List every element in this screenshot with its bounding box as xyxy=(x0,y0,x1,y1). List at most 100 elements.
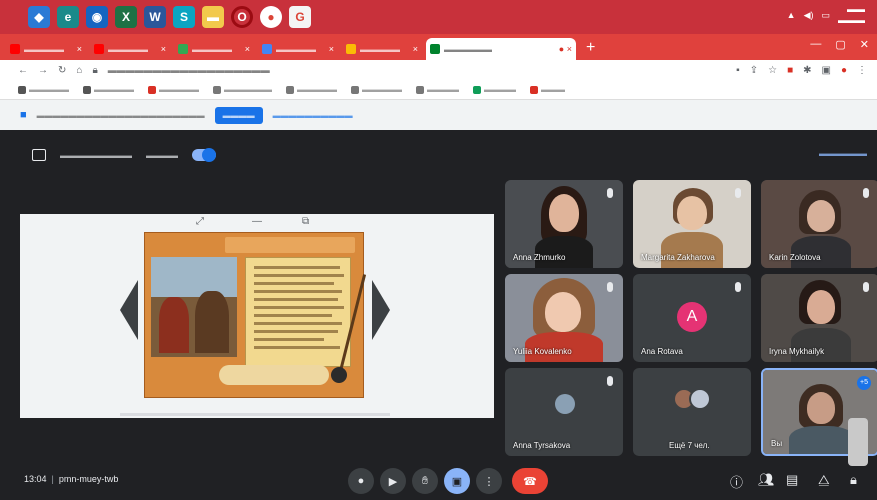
side-panel-handle[interactable] xyxy=(848,418,868,466)
language-indicator[interactable]: ▭ xyxy=(821,10,830,21)
chat-icon[interactable]: ▤ xyxy=(786,472,798,488)
others-tile[interactable]: Ещё 7 чел. xyxy=(633,368,751,456)
participant-name: Karin Zolotova xyxy=(769,253,821,262)
divider: — xyxy=(252,216,262,227)
chevron-up-icon[interactable]: ▲ xyxy=(787,10,796,20)
participant-name: Вы xyxy=(771,439,783,448)
forward-icon[interactable]: → xyxy=(38,65,48,76)
close-icon[interactable]: ✕ xyxy=(860,38,869,51)
previous-slide-arrow[interactable] xyxy=(120,280,138,340)
share-icon[interactable]: ⇪ xyxy=(750,65,758,76)
profile-icon[interactable]: ● xyxy=(841,65,847,76)
url-field[interactable]: ▬▬▬▬▬▬▬▬▬▬▬▬▬▬▬▬▬▬ xyxy=(108,65,270,75)
others-count: Ещё 7 чел. xyxy=(669,441,710,450)
avatar: A xyxy=(677,302,707,332)
next-slide-arrow[interactable] xyxy=(372,280,390,340)
browser-tab[interactable]: ▬▬▬▬▬ × xyxy=(6,38,86,60)
bookmark[interactable]: ▬▬▬▬▬ xyxy=(148,85,199,94)
others-avatars xyxy=(673,388,711,410)
participant-tile[interactable]: A Ana Rotava xyxy=(633,274,751,362)
app-icon-3[interactable]: ◉ xyxy=(86,6,108,28)
participant-tile[interactable]: Anna Zhmurko xyxy=(505,180,623,268)
bookmark[interactable]: ▬▬▬▬ xyxy=(473,85,516,94)
popout-icon[interactable]: ⧉ xyxy=(302,216,309,227)
participant-name: Iryna Mykhailyk xyxy=(769,347,825,356)
chrome-app-icon[interactable]: G xyxy=(289,6,311,28)
star-icon[interactable]: ☆ xyxy=(768,65,777,76)
word-icon[interactable]: W xyxy=(144,6,166,28)
sidebar-icon[interactable]: ▣ xyxy=(822,65,831,76)
meeting-details-icon[interactable]: ⓘ xyxy=(730,472,743,491)
chrome-icon[interactable]: ● xyxy=(260,6,282,28)
new-tab-button[interactable]: + xyxy=(586,38,595,60)
present-button[interactable]: ▣ xyxy=(444,468,470,494)
bookmark[interactable]: ▬▬▬▬ xyxy=(416,85,459,94)
host-controls-icon[interactable]: 🔒︎ xyxy=(850,472,857,488)
maximize-icon[interactable]: ▢ xyxy=(835,38,845,51)
reload-icon[interactable]: ↻ xyxy=(58,65,66,76)
mic-muted-icon xyxy=(735,188,741,198)
participant-name: Yuliia Kovalenko xyxy=(513,347,572,356)
mic-muted-icon xyxy=(735,282,741,292)
microphone-button[interactable]: ● xyxy=(348,468,374,494)
end-call-button[interactable]: ☎ xyxy=(512,468,548,494)
app-icon-1[interactable]: ◆ xyxy=(28,6,50,28)
info-link[interactable]: ▬▬▬▬▬▬▬▬▬▬ xyxy=(273,111,353,120)
extensions-puzzle-icon[interactable]: ✱ xyxy=(803,65,811,76)
fit-screen-icon[interactable]: ⤢ xyxy=(196,216,204,227)
browser-tab[interactable]: ▬▬▬▬▬ × xyxy=(258,38,338,60)
screen: { "meeting": { "time": "13:04", "code": … xyxy=(0,0,877,500)
toolbar-icons: ▪ ⇪ ☆ ■ ✱ ▣ ● ⋮ xyxy=(736,65,877,76)
edge-icon[interactable]: e xyxy=(57,6,79,28)
opera-icon[interactable]: O xyxy=(231,6,253,28)
app-icon-6[interactable]: S xyxy=(173,6,195,28)
browser-tab-active[interactable]: ▬▬▬▬▬▬ ● × xyxy=(426,38,576,60)
browser-tab[interactable]: ▬▬▬▬▬ × xyxy=(342,38,422,60)
audio-toggle[interactable] xyxy=(192,148,216,162)
camera-button[interactable]: ▶ xyxy=(380,468,406,494)
participant-name: Anna Zhmurko xyxy=(513,253,566,262)
presentation-scrollbar[interactable] xyxy=(120,413,390,416)
more-options-button[interactable]: ⋮ xyxy=(476,468,502,494)
stop-presenting-link[interactable]: ▬▬▬▬▬▬ xyxy=(819,149,867,158)
clock[interactable]: ▬▬ ▬▬▬ xyxy=(838,4,865,26)
participant-tile[interactable]: Yuliia Kovalenko xyxy=(505,274,623,362)
excel-icon[interactable]: X xyxy=(115,6,137,28)
people-icon[interactable]: 👥︎ xyxy=(758,472,775,488)
extension-icon[interactable]: ▪ xyxy=(736,65,740,76)
participant-tile[interactable]: Anna Tyrsakova xyxy=(505,368,623,456)
speaker-icon[interactable]: ◀) xyxy=(804,10,814,21)
bookmark[interactable]: ▬▬▬▬▬ xyxy=(18,85,69,94)
minimize-icon[interactable]: — xyxy=(810,38,821,51)
info-primary-button[interactable]: ▬▬▬▬ xyxy=(214,106,263,124)
back-icon[interactable]: ← xyxy=(18,65,28,76)
participant-tile[interactable]: Karin Zolotova xyxy=(761,180,877,268)
self-badge: +5 xyxy=(857,376,871,390)
menu-kebab-icon[interactable]: ⋮ xyxy=(857,65,867,76)
fullscreen-icon[interactable] xyxy=(32,149,46,161)
browser-tab[interactable]: ▬▬▬▬▬ × xyxy=(174,38,254,60)
mic-muted-icon xyxy=(607,376,613,386)
mic-muted-icon xyxy=(863,188,869,198)
browser-tab[interactable]: ▬▬▬▬▬ × xyxy=(90,38,170,60)
os-taskbar: ◆ e ◉ X W S ▬ O ● G ▲ ◀) ▭ ▬▬ ▬▬▬ xyxy=(0,0,877,34)
bookmark[interactable]: ▬▬▬▬▬ xyxy=(83,85,134,94)
explorer-icon[interactable]: ▬ xyxy=(202,6,224,28)
bookmark[interactable]: ▬▬▬▬▬ xyxy=(286,85,337,94)
participant-tile[interactable]: Margarita Zakharova xyxy=(633,180,751,268)
bookmark[interactable]: ▬▬▬ xyxy=(530,85,565,94)
home-icon[interactable]: ⌂ xyxy=(76,65,82,76)
raise-hand-button[interactable]: ✋︎ xyxy=(412,468,438,494)
bookmark[interactable]: ▬▬▬▬▬ xyxy=(351,85,402,94)
participant-name: Margarita Zakharova xyxy=(641,253,715,262)
extension-icon[interactable]: ■ xyxy=(787,65,793,76)
bookmarks-bar: ▬▬▬▬▬ ▬▬▬▬▬ ▬▬▬▬▬ ▬▬▬▬▬▬ ▬▬▬▬▬ ▬▬▬▬▬ ▬▬▬… xyxy=(0,80,877,100)
scroll-roll-decoration xyxy=(219,365,329,385)
meeting-info: 13:04 | pmn-muey-twb xyxy=(24,474,119,484)
participant-tile[interactable]: Iryna Mykhailyk xyxy=(761,274,877,362)
window-controls: — ▢ ✕ xyxy=(810,38,869,51)
bookmark[interactable]: ▬▬▬▬▬▬ xyxy=(213,85,272,94)
activities-icon[interactable]: ⧋ xyxy=(818,472,830,488)
audio-label: ▬▬▬▬ xyxy=(146,150,178,160)
info-bar: ■ ▬▬▬▬▬▬▬▬▬▬▬▬▬▬▬▬▬▬▬▬▬ ▬▬▬▬ ▬▬▬▬▬▬▬▬▬▬ xyxy=(0,100,877,130)
